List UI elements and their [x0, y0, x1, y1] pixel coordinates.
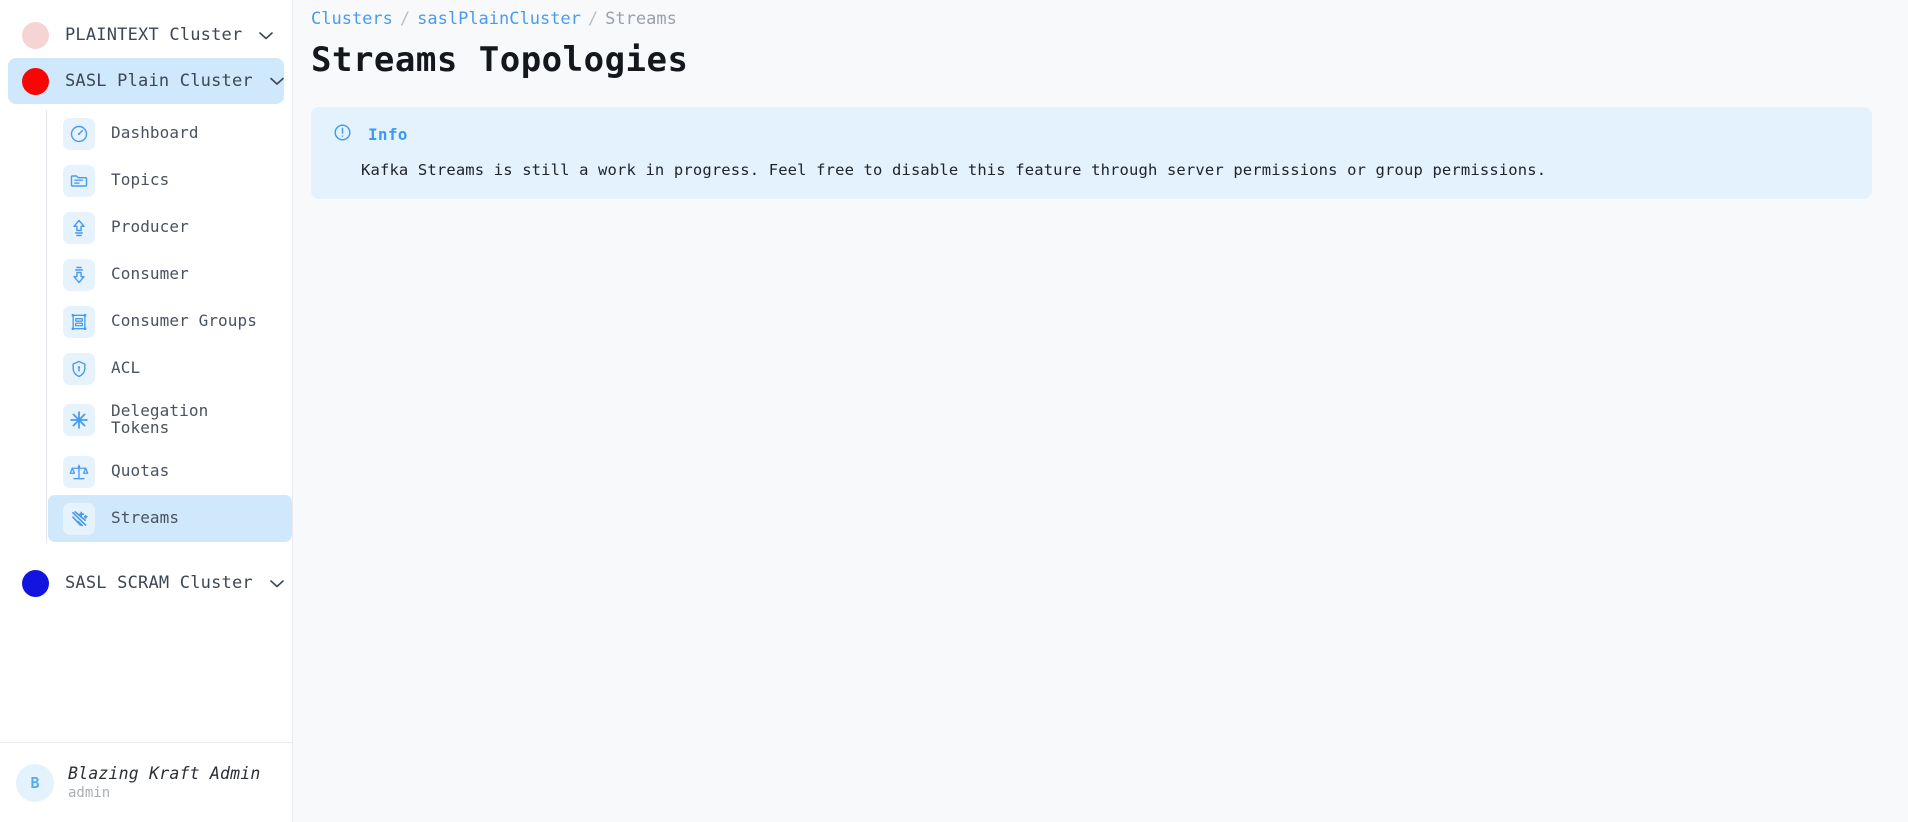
- folder-icon: [63, 164, 95, 197]
- sidebar-item-label: Streams: [111, 508, 180, 528]
- upload-arrow-icon: [63, 211, 95, 244]
- sidebar-scroll-area: PLAINTEXT Cluster SASL Plain Cluster Das…: [0, 0, 292, 742]
- cluster-name-label: PLAINTEXT Cluster: [65, 25, 243, 45]
- sidebar-item-label: Consumer: [111, 264, 189, 284]
- sidebar-item-label: Quotas: [111, 461, 170, 481]
- sidebar-item-label: Delegation Tokens: [111, 401, 209, 437]
- sidebar-item-dashboard[interactable]: Dashboard: [48, 110, 292, 157]
- breadcrumb-separator: /: [587, 8, 599, 29]
- sidebar-item-quotas[interactable]: Quotas: [48, 448, 292, 495]
- shield-icon: [63, 352, 95, 385]
- cluster-submenu: Dashboard Topics Producer Consumer Consu…: [46, 110, 292, 542]
- info-banner-header: Info: [333, 123, 1850, 146]
- asterisk-icon: [63, 404, 95, 436]
- user-role: admin: [68, 785, 111, 801]
- info-banner-title: Info: [368, 125, 408, 144]
- user-name: Blazing Kraft Admin: [68, 764, 261, 783]
- scales-icon: [63, 455, 95, 488]
- sidebar-item-streams[interactable]: Streams: [48, 495, 292, 542]
- cluster-status-dot: [22, 21, 49, 49]
- cluster-item-sasl-plain[interactable]: SASL Plain Cluster: [8, 58, 284, 104]
- cluster-item-plaintext[interactable]: PLAINTEXT Cluster: [8, 12, 284, 58]
- gauge-icon: [63, 117, 95, 150]
- cluster-name-label: SASL Plain Cluster: [65, 71, 253, 91]
- chevron-up-icon[interactable]: [258, 28, 274, 43]
- info-banner-message: Kafka Streams is still a work in progres…: [361, 161, 1547, 179]
- main-content: Clusters / saslPlainCluster / Streams St…: [293, 0, 1908, 822]
- sidebar-item-consumer-groups[interactable]: Consumer Groups: [48, 298, 292, 345]
- sidebar-item-consumer[interactable]: Consumer: [48, 251, 292, 298]
- breadcrumb-separator: /: [399, 8, 411, 29]
- sidebar: PLAINTEXT Cluster SASL Plain Cluster Das…: [0, 0, 293, 822]
- breadcrumb-cluster-link[interactable]: saslPlainCluster: [417, 9, 581, 29]
- breadcrumb-current: Streams: [605, 8, 677, 29]
- breadcrumb-clusters-link[interactable]: Clusters: [311, 9, 393, 29]
- group-list-icon: [63, 305, 95, 338]
- app-root: PLAINTEXT Cluster SASL Plain Cluster Das…: [0, 0, 1908, 822]
- sidebar-item-acl[interactable]: ACL: [48, 345, 292, 392]
- sidebar-item-label: Dashboard: [111, 123, 199, 143]
- cluster-name-label: SASL SCRAM Cluster: [65, 573, 253, 593]
- sidebar-item-topics[interactable]: Topics: [48, 157, 292, 204]
- sidebar-item-producer[interactable]: Producer: [48, 204, 292, 251]
- cluster-status-dot: [22, 569, 49, 597]
- download-arrow-icon: [63, 258, 95, 291]
- cluster-status-dot: [22, 67, 49, 95]
- breadcrumb: Clusters / saslPlainCluster / Streams: [311, 0, 1890, 32]
- sidebar-item-label: ACL: [111, 358, 141, 378]
- info-circle-icon: [333, 123, 352, 146]
- user-profile[interactable]: B Blazing Kraft Admin admin: [0, 742, 292, 822]
- user-meta: Blazing Kraft Admin admin: [68, 764, 261, 801]
- page-title: Streams Topologies: [311, 40, 689, 80]
- sidebar-item-label: Producer: [111, 217, 189, 237]
- cluster-item-sasl-scram[interactable]: SASL SCRAM Cluster: [8, 560, 284, 606]
- sidebar-item-label: Consumer Groups: [111, 311, 257, 331]
- sidebar-item-delegation-tokens[interactable]: Delegation Tokens: [48, 392, 292, 448]
- chevron-down-icon[interactable]: [269, 74, 285, 89]
- chevron-up-icon[interactable]: [269, 576, 285, 591]
- sidebar-item-label: Topics: [111, 170, 170, 190]
- info-banner: Info Kafka Streams is still a work in pr…: [311, 107, 1872, 199]
- avatar: B: [16, 763, 54, 802]
- streams-icon: [63, 502, 95, 535]
